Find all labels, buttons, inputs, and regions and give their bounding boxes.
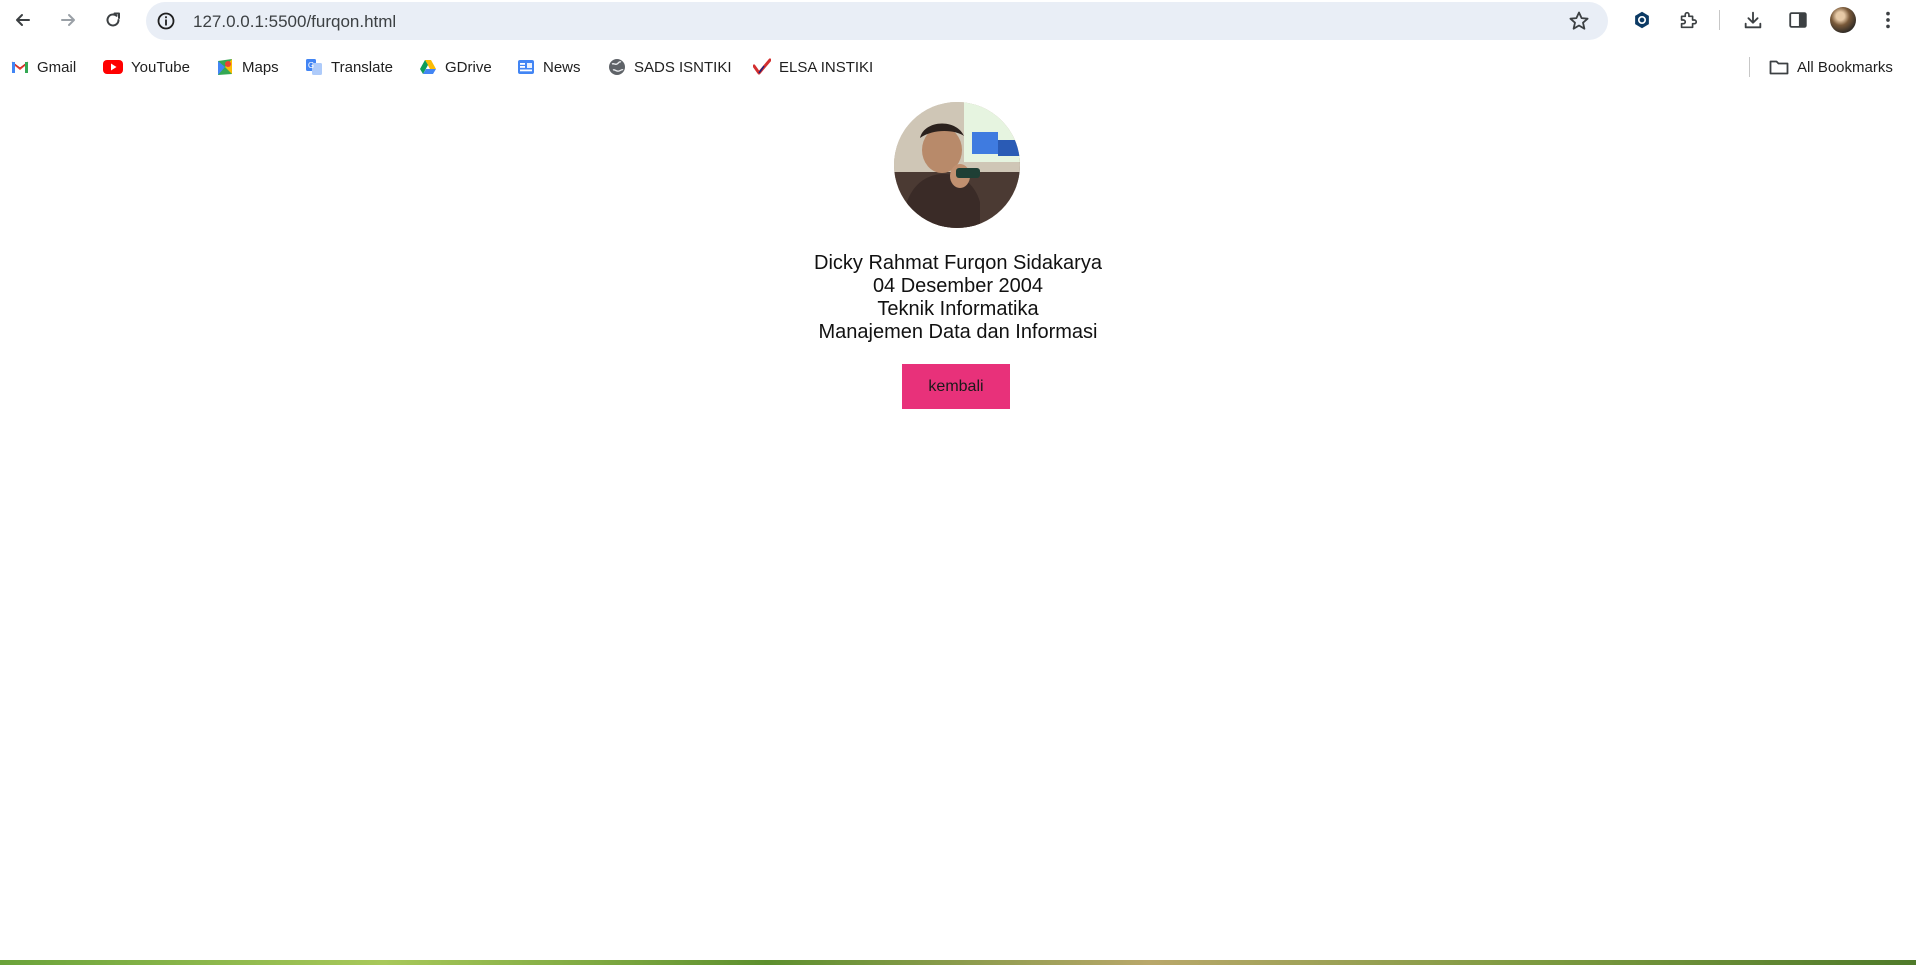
- folder-icon: [1769, 60, 1789, 75]
- bookmark-gdrive[interactable]: GDrive: [419, 56, 492, 78]
- news-icon: [518, 60, 534, 74]
- site-info-icon[interactable]: [156, 11, 176, 31]
- address-bar[interactable]: 127.0.0.1:5500/furqon.html: [146, 2, 1608, 40]
- bookmark-label: SADS ISNTIKI: [634, 58, 732, 76]
- page-content: Dicky Rahmat Furqon Sidakarya 04 Desembe…: [0, 92, 1916, 960]
- profile-name: Dicky Rahmat Furqon Sidakarya: [814, 252, 1102, 274]
- bookmark-label: Maps: [242, 58, 279, 76]
- bookmark-label: ELSA INSTIKI: [779, 58, 874, 76]
- maps-icon: [218, 59, 232, 75]
- all-bookmarks-label: All Bookmarks: [1797, 58, 1893, 76]
- bookmark-label: YouTube: [131, 58, 190, 76]
- youtube-icon: [103, 60, 123, 74]
- extensions-puzzle-icon[interactable]: [1676, 8, 1700, 32]
- arrow-right-icon: [61, 14, 75, 26]
- globe-icon: [609, 59, 625, 75]
- forward-nav-button[interactable]: [52, 4, 84, 36]
- gdrive-icon: [420, 60, 436, 74]
- menu-kebab-icon[interactable]: [1876, 8, 1900, 32]
- elsa-icon: [753, 58, 771, 75]
- bookmark-gmail[interactable]: Gmail: [11, 56, 76, 78]
- kembali-button[interactable]: kembali: [902, 364, 1010, 409]
- gmail-icon: [11, 61, 29, 73]
- browser-toolbar: 127.0.0.1:5500/furqon.html: [0, 0, 1916, 40]
- bookmark-elsa-instiki[interactable]: ELSA INSTIKI: [753, 56, 873, 78]
- download-icon[interactable]: [1741, 8, 1765, 32]
- url-text[interactable]: 127.0.0.1:5500/furqon.html: [193, 12, 396, 32]
- svg-text:G: G: [308, 61, 314, 70]
- bookmark-translate[interactable]: G Translate: [305, 56, 393, 78]
- bookmarks-divider: [1749, 57, 1750, 77]
- arrow-left-icon: [16, 14, 30, 26]
- bookmarks-bar: Gmail YouTube Maps G Translate GDrive Ne…: [0, 50, 1916, 84]
- bookmark-label: GDrive: [445, 58, 492, 76]
- bookmark-youtube[interactable]: YouTube: [103, 56, 190, 78]
- side-panel-icon[interactable]: [1786, 8, 1810, 32]
- profile-major: Teknik Informatika: [877, 298, 1039, 320]
- profile-info: Dicky Rahmat Furqon Sidakarya 04 Desembe…: [0, 252, 1916, 344]
- reload-icon: [106, 12, 120, 27]
- profile-concentration: Manajemen Data dan Informasi: [818, 321, 1098, 343]
- toolbar-divider: [1719, 10, 1720, 30]
- bookmark-label: Gmail: [37, 58, 77, 76]
- all-bookmarks-button[interactable]: All Bookmarks: [1769, 56, 1893, 78]
- bookmark-label: News: [543, 58, 581, 76]
- extension-hex-icon[interactable]: [1630, 8, 1654, 32]
- profile-avatar[interactable]: [1830, 7, 1856, 33]
- bookmark-news[interactable]: News: [517, 56, 581, 78]
- back-nav-button[interactable]: [7, 4, 39, 36]
- taskbar-wallpaper-strip: [0, 960, 1916, 965]
- profile-photo: [894, 102, 1020, 228]
- profile-birth-date: 04 Desember 2004: [872, 275, 1044, 297]
- bookmark-label: Translate: [331, 58, 393, 76]
- reload-button[interactable]: [97, 4, 129, 36]
- bookmark-maps[interactable]: Maps: [216, 56, 279, 78]
- bookmark-star-icon[interactable]: [1568, 10, 1590, 32]
- translate-icon: G: [306, 59, 322, 75]
- bookmark-sads-isntiki[interactable]: SADS ISNTIKI: [608, 56, 732, 78]
